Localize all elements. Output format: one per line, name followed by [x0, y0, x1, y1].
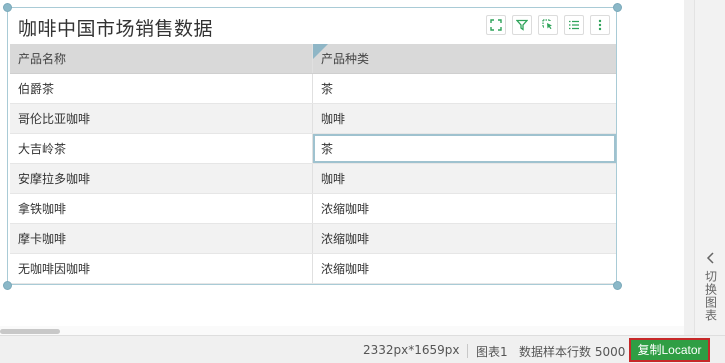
table-cell[interactable]: 摩卡咖啡 [10, 224, 313, 253]
table-row[interactable]: 摩卡咖啡 浓缩咖啡 [10, 224, 616, 254]
resize-handle-top-left[interactable] [3, 3, 12, 12]
table-cell[interactable]: 大吉岭茶 [10, 134, 313, 163]
table-cell[interactable]: 安摩拉多咖啡 [10, 164, 313, 193]
table-header-row: 产品名称 产品种类 [10, 44, 616, 74]
copy-locator-button[interactable]: 复制Locator [629, 338, 710, 362]
data-table: 产品名称 产品种类 伯爵茶 茶 哥伦比亚咖啡 咖啡 大吉岭茶 茶 安摩拉多咖啡 … [10, 44, 616, 284]
table-row[interactable]: 哥伦比亚咖啡 咖啡 [10, 104, 616, 134]
table-row[interactable]: 安摩拉多咖啡 咖啡 [10, 164, 616, 194]
status-bar: 2332px*1659px 图表1 数据样本行数 5000 复制Locator [0, 335, 725, 363]
widget-toolbar [486, 15, 616, 35]
select-button[interactable] [538, 15, 558, 35]
table-cell[interactable]: 浓缩咖啡 [313, 224, 616, 253]
chart-name: 图表1 [476, 345, 508, 359]
table-widget[interactable]: 咖啡中国市场销售数据 产品名称 产品种类 伯爵茶 茶 哥伦比亚咖啡 咖啡 大吉岭… [7, 7, 617, 285]
column-header-label: 产品种类 [321, 52, 370, 66]
canvas-dimensions: 2332px*1659px [363, 343, 460, 357]
table-cell[interactable]: 茶 [313, 74, 616, 103]
fullscreen-button[interactable] [486, 15, 506, 35]
switch-chart-label: 切换图表 [703, 270, 718, 322]
fullscreen-icon [490, 19, 502, 31]
list-button[interactable] [564, 15, 584, 35]
table-cell[interactable]: 伯爵茶 [10, 74, 313, 103]
table-cell[interactable]: 浓缩咖啡 [313, 254, 616, 283]
chevron-left-icon [706, 252, 714, 264]
table-cell[interactable]: 咖啡 [313, 104, 616, 133]
dashboard-canvas: 咖啡中国市场销售数据 产品名称 产品种类 伯爵茶 茶 哥伦比亚咖啡 咖啡 大吉岭… [0, 0, 684, 335]
table-cell[interactable]: 拿铁咖啡 [10, 194, 313, 223]
list-icon [569, 20, 579, 30]
horizontal-scrollbar[interactable] [0, 326, 684, 335]
table-row[interactable]: 拿铁咖啡 浓缩咖啡 [10, 194, 616, 224]
table-cell[interactable]: 无咖啡因咖啡 [10, 254, 313, 283]
filter-icon [516, 19, 528, 31]
table-cell[interactable]: 咖啡 [313, 164, 616, 193]
column-header-product-name[interactable]: 产品名称 [10, 44, 313, 73]
horizontal-scrollbar-thumb[interactable] [0, 329, 60, 334]
resize-handle-bottom-left[interactable] [3, 281, 12, 290]
select-icon [542, 19, 552, 30]
more-icon [598, 19, 602, 31]
table-row[interactable]: 大吉岭茶 茶 [10, 134, 616, 164]
column-header-product-type[interactable]: 产品种类 [313, 44, 616, 73]
table-row[interactable]: 无咖啡因咖啡 浓缩咖啡 [10, 254, 616, 284]
table-row[interactable]: 伯爵茶 茶 [10, 74, 616, 104]
resize-handle-top-right[interactable] [613, 3, 622, 12]
table-cell-selected[interactable]: 茶 [313, 134, 616, 163]
switch-chart-toggle[interactable]: 切换图表 [695, 248, 725, 334]
status-divider [467, 344, 468, 358]
vertical-scrollbar[interactable] [684, 0, 694, 335]
resize-handle-bottom-right[interactable] [613, 281, 622, 290]
more-button[interactable] [590, 15, 610, 35]
table-cell[interactable]: 浓缩咖啡 [313, 194, 616, 223]
side-panel: 切换图表 [694, 0, 725, 335]
table-cell[interactable]: 哥伦比亚咖啡 [10, 104, 313, 133]
sample-rows: 数据样本行数 5000 [519, 345, 626, 359]
column-marker-icon [313, 44, 328, 59]
filter-button[interactable] [512, 15, 532, 35]
widget-title: 咖啡中国市场销售数据 [18, 18, 214, 40]
